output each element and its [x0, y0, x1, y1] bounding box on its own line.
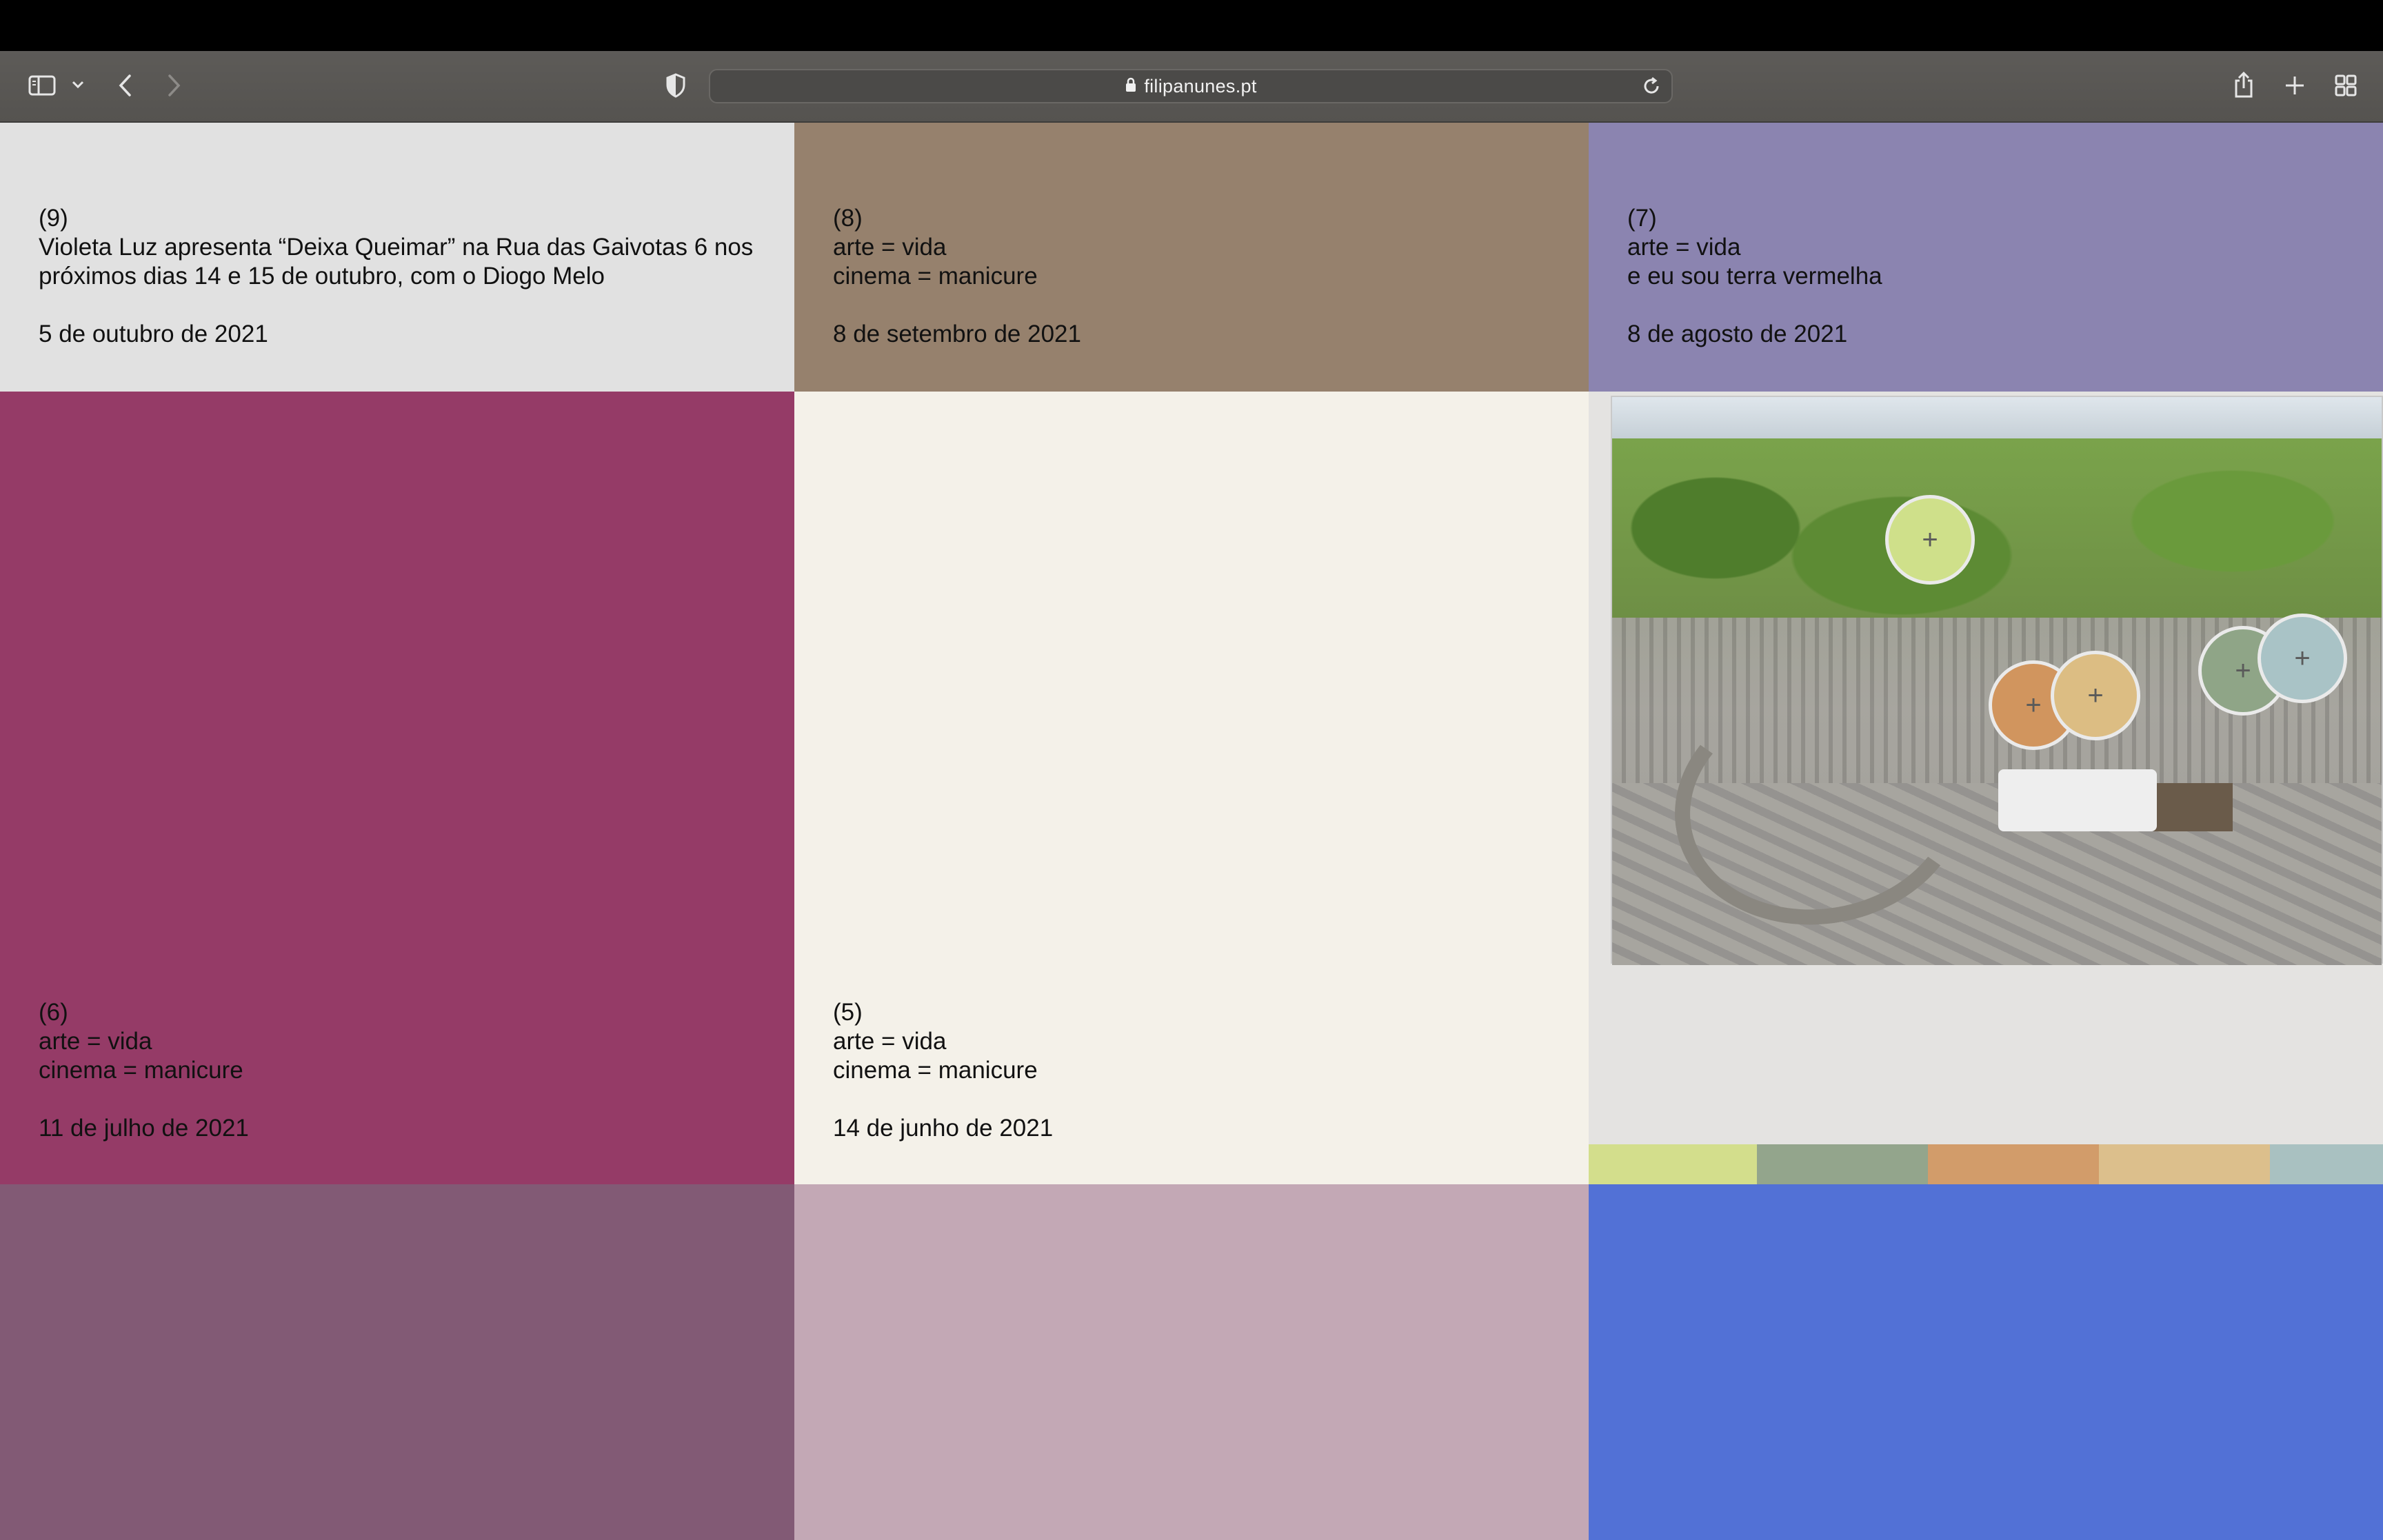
post-card-5[interactable]: (5) arte = vida cinema = manicure 14 de … [794, 392, 1589, 1184]
post-line: próximos dias 14 e 15 de outubro, com o … [39, 263, 605, 290]
post-date: 5 de outubro de 2021 [39, 321, 268, 347]
post-card-7[interactable]: (7) arte = vida e eu sou terra vermelha … [1589, 123, 2383, 392]
post-line: arte = vida [833, 234, 947, 261]
post-line: cinema = manicure [833, 1057, 1038, 1084]
post-line: Violeta Luz apresenta “Deixa Queimar” na… [39, 234, 754, 261]
color-swatch [2270, 1144, 2383, 1184]
post-line: e eu sou terra vermelha [1627, 263, 1882, 290]
post-date: 14 de junho de 2021 [833, 1115, 1054, 1142]
system-menubar [0, 0, 2383, 51]
post-line: cinema = manicure [833, 263, 1038, 290]
post-number: (8) [833, 205, 863, 232]
marker-symbol: + [2294, 642, 2311, 673]
post-number: (7) [1627, 205, 1657, 232]
post-line: arte = vida [1627, 234, 1741, 261]
color-marker-plus-icon[interactable]: + [2258, 614, 2347, 703]
post-number: (9) [39, 205, 68, 232]
photo-trees [1612, 438, 2382, 618]
post-card-9[interactable]: (9) Violeta Luz apresenta “Deixa Queimar… [0, 123, 794, 392]
chevron-down-icon[interactable] [69, 76, 87, 94]
back-icon[interactable] [113, 70, 137, 101]
post-line: arte = vida [833, 1028, 947, 1055]
marker-symbol: + [2087, 680, 2104, 711]
marker-symbol: + [2025, 689, 2042, 720]
post-text: (6) arte = vida cinema = manicure 11 de … [39, 998, 249, 1143]
post-card-8[interactable]: (8) arte = vida cinema = manicure 8 de s… [794, 123, 1589, 392]
post-text: (9) Violeta Luz apresenta “Deixa Queimar… [39, 204, 753, 349]
new-tab-icon[interactable] [2282, 73, 2307, 98]
share-icon[interactable] [2231, 69, 2256, 101]
post-card-6[interactable]: (6) arte = vida cinema = manicure 11 de … [0, 392, 794, 1184]
post-date: 11 de julho de 2021 [39, 1115, 249, 1142]
post-number: (6) [39, 999, 68, 1026]
browser-toolbar: filipanunes.pt [0, 51, 2383, 123]
post-text: (5) arte = vida cinema = manicure 14 de … [833, 998, 1053, 1143]
post-card-bottom-right[interactable] [1589, 1184, 2383, 1540]
forward-icon[interactable] [163, 70, 186, 101]
post-text: (7) arte = vida e eu sou terra vermelha … [1627, 204, 1882, 349]
posts-grid: (9) Violeta Luz apresenta “Deixa Queimar… [0, 123, 2383, 1540]
lock-icon [1125, 77, 1137, 97]
color-swatch [2099, 1144, 2270, 1184]
color-swatch [1757, 1144, 1928, 1184]
address-bar[interactable]: filipanunes.pt [709, 69, 1673, 103]
palette-card[interactable]: + + + + + [1589, 392, 2383, 1184]
post-line: cinema = manicure [39, 1057, 243, 1084]
reload-icon[interactable] [1641, 76, 1662, 100]
color-swatch [1589, 1144, 1757, 1184]
post-number: (5) [833, 999, 863, 1026]
shield-icon[interactable] [663, 72, 688, 99]
post-card-bottom-middle[interactable] [794, 1184, 1589, 1540]
marker-symbol: + [2235, 655, 2251, 686]
color-marker-plus-icon[interactable]: + [1885, 495, 1975, 585]
url-text: filipanunes.pt [1144, 75, 1257, 97]
tab-overview-icon[interactable] [2333, 73, 2358, 98]
marker-symbol: + [1922, 524, 1938, 555]
sidebar-icon[interactable] [26, 72, 58, 99]
post-card-bottom-left[interactable] [0, 1184, 794, 1540]
post-text: (8) arte = vida cinema = manicure 8 de s… [833, 204, 1081, 349]
post-line: arte = vida [39, 1028, 152, 1055]
post-date: 8 de setembro de 2021 [833, 321, 1081, 347]
color-swatch [1928, 1144, 2099, 1184]
photo-truck [1998, 769, 2157, 831]
post-date: 8 de agosto de 2021 [1627, 321, 1848, 347]
color-marker-plus-icon[interactable]: + [2051, 651, 2140, 740]
color-swatches [1589, 1144, 2383, 1184]
